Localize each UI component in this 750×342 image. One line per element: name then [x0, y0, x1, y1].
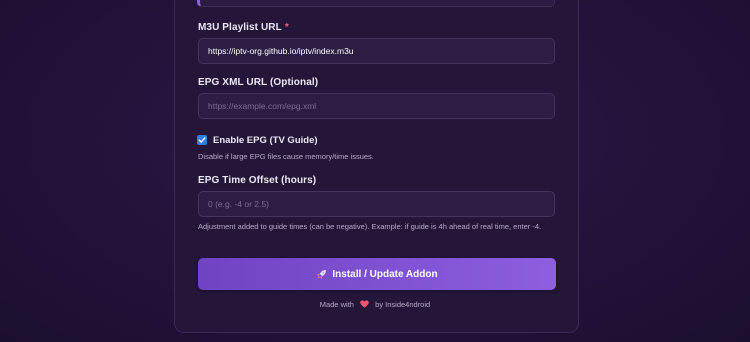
epg-offset-label: EPG Time Offset (hours) — [198, 175, 317, 186]
heart-icon — [360, 300, 369, 310]
epg-offset-input[interactable] — [198, 191, 555, 217]
checkmark-icon — [198, 137, 206, 143]
m3u-url-input[interactable] — [198, 38, 555, 64]
enable-epg-checkbox[interactable] — [197, 135, 207, 145]
m3u-url-label: M3U Playlist URL * — [198, 22, 289, 33]
previous-input-field[interactable] — [197, 0, 555, 7]
enable-epg-label: Enable EPG (TV Guide) — [213, 134, 318, 146]
footer: Made with by Inside4ndroid — [0, 300, 750, 310]
epg-url-input[interactable] — [198, 93, 555, 119]
install-update-button[interactable]: Install / Update Addon — [198, 258, 556, 290]
install-update-label: Install / Update Addon — [332, 268, 438, 280]
required-mark: * — [284, 22, 289, 33]
enable-epg-row[interactable]: Enable EPG (TV Guide) — [197, 133, 318, 147]
footer-suffix: by Inside4ndroid — [375, 300, 431, 309]
epg-url-label: EPG XML URL (Optional) — [198, 77, 319, 88]
epg-offset-hint: Adjustment added to guide times (can be … — [198, 222, 542, 231]
enable-epg-hint: Disable if large EPG files cause memory/… — [198, 152, 374, 161]
footer-prefix: Made with — [319, 300, 354, 309]
rocket-icon — [316, 269, 327, 280]
